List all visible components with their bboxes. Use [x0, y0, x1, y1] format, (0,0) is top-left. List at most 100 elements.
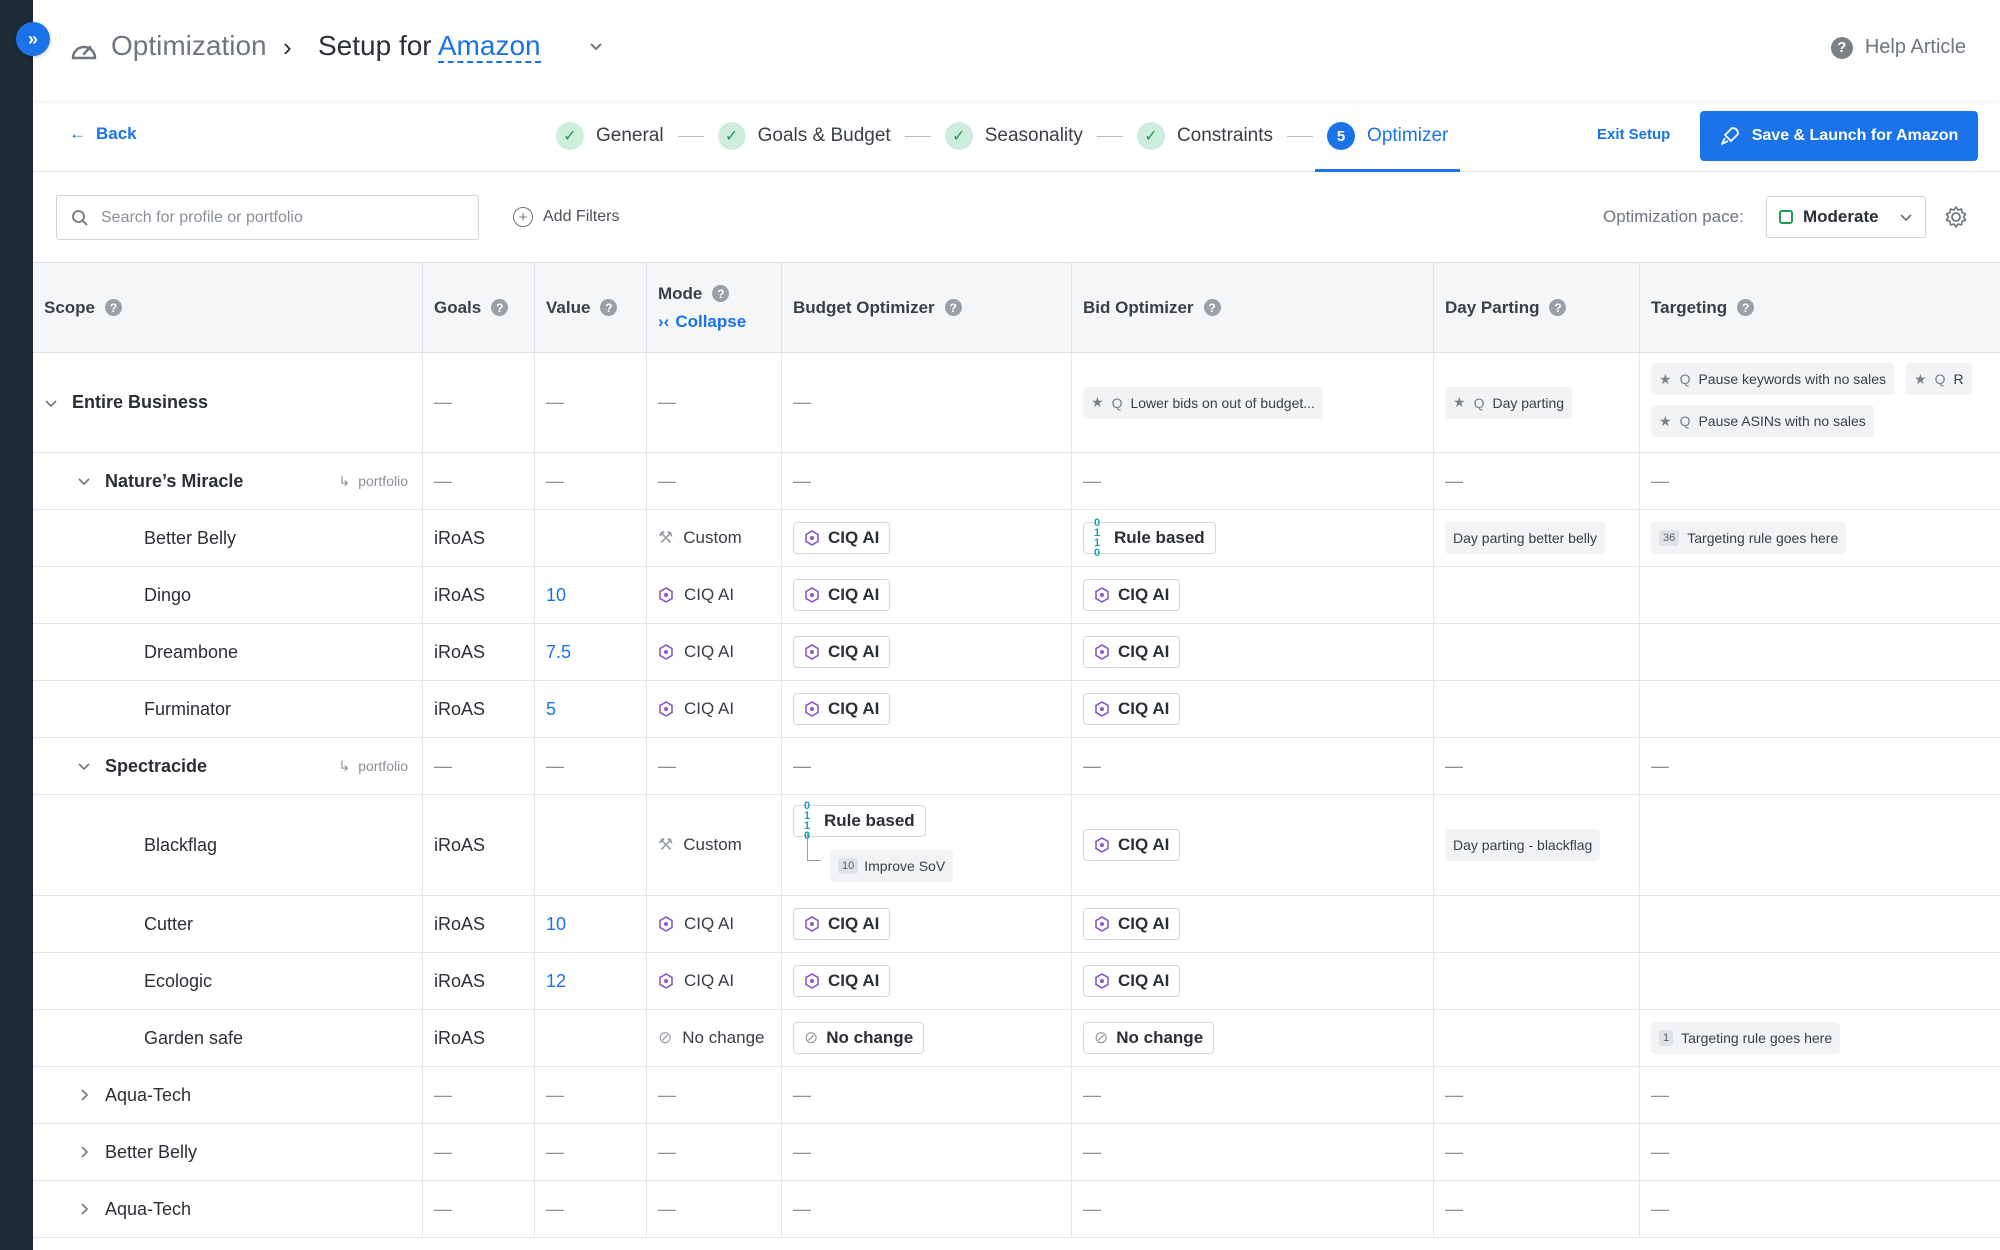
step-constraints[interactable]: ✓ Constraints	[1136, 100, 1273, 172]
goal-target-value[interactable]: 7.5	[546, 642, 571, 663]
rule-tag[interactable]: ★ Q Pause keywords with no sales	[1651, 363, 1894, 395]
optimizer-chip[interactable]: CIQ AI	[1083, 636, 1181, 668]
pace-dropdown[interactable]: Moderate	[1766, 196, 1926, 238]
rule-tag[interactable]: ★ Q Pause ASINs with no sales	[1651, 405, 1874, 437]
help-article-link[interactable]: ? Help Article	[1830, 36, 1966, 59]
optimizer-chip[interactable]: CIQ AI	[1083, 579, 1181, 611]
optimizer-chip[interactable]: CIQ AI	[793, 636, 891, 668]
help-icon[interactable]: ?	[1203, 299, 1221, 316]
help-icon[interactable]: ?	[712, 285, 730, 302]
table-row[interactable]: Dingo iRoAS 10 CIQ AI CIQ AI CIQ AI	[33, 567, 2000, 624]
scope-cell: Spectracide ↳ portfolio	[33, 738, 423, 794]
help-icon[interactable]: ?	[600, 299, 618, 316]
value-cell[interactable]: 10	[535, 567, 647, 623]
table-row[interactable]: Ecologic iRoAS 12 CIQ AI CIQ AI CIQ AI	[33, 953, 2000, 1010]
mode-cell[interactable]: ⚒ Custom	[647, 510, 782, 566]
retailer-selector[interactable]: Amazon	[437, 30, 541, 63]
table-row[interactable]: Furminator iRoAS 5 CIQ AI CIQ AI CIQ AI	[33, 681, 2000, 738]
table-row[interactable]: Aqua-Tech — — — — — — —	[33, 1181, 2000, 1238]
rule-tag[interactable]: ★ Q R	[1906, 363, 1972, 395]
optimizer-chip[interactable]: CIQ AI	[1083, 965, 1181, 997]
step-goals-budget[interactable]: ✓ Goals & Budget	[717, 100, 891, 172]
chevron-right-icon[interactable]	[77, 1088, 91, 1102]
column-goals: Goals?	[423, 263, 535, 352]
value-cell[interactable]: 7.5	[535, 624, 647, 680]
value-cell[interactable]	[535, 510, 647, 566]
optimizer-chip[interactable]: CIQ AI	[793, 965, 891, 997]
add-filters-button[interactable]: + Add Filters	[513, 207, 619, 227]
optimizer-chip[interactable]: CIQ AI	[1083, 908, 1181, 940]
rule-tag[interactable]: ★ Q Lower bids on out of budget...	[1083, 386, 1323, 419]
table-row[interactable]: Aqua-Tech — — — — — — —	[33, 1067, 2000, 1124]
mode-cell[interactable]: CIQ AI	[647, 896, 782, 952]
mode-cell[interactable]: ⊘ No change	[647, 1010, 782, 1066]
optimizer-chip[interactable]: CIQ AI	[1083, 693, 1181, 725]
table-row[interactable]: Garden safe iRoAS ⊘ No change ⊘ No change …	[33, 1010, 2000, 1067]
mode-cell[interactable]: ⚒ Custom	[647, 795, 782, 895]
help-icon[interactable]: ?	[1549, 299, 1567, 316]
chevron-down-icon[interactable]	[44, 396, 58, 410]
goal-target-value[interactable]: 12	[546, 971, 566, 992]
help-icon[interactable]: ?	[1737, 299, 1755, 316]
table-row[interactable]: Blackflag iRoAS ⚒ Custom 0 11 0 Rule based…	[33, 795, 2000, 896]
rule-tag[interactable]: Day parting - blackflag	[1445, 829, 1601, 861]
rule-tag[interactable]: Day parting better belly	[1445, 522, 1605, 554]
table-row[interactable]: Spectracide ↳ portfolio — — — — — — —	[33, 738, 2000, 795]
value-cell[interactable]: 12	[535, 953, 647, 1009]
sub-rule-tag[interactable]: 10 Improve SoV	[830, 850, 954, 882]
table-row[interactable]: Nature’s Miracle ↳ portfolio — — — — — — …	[33, 453, 2000, 510]
tree-connector	[807, 833, 821, 861]
chevron-down-icon[interactable]	[588, 38, 604, 54]
optimizer-chip[interactable]: ⊘ No change	[1083, 1022, 1215, 1054]
table-row[interactable]: Better Belly iRoAS ⚒ Custom CIQ AI 0 11 0…	[33, 510, 2000, 567]
optimizer-chip[interactable]: CIQ AI	[793, 522, 891, 554]
bid-cell: —	[1072, 1067, 1434, 1123]
table-row[interactable]: Dreambone iRoAS 7.5 CIQ AI CIQ AI CIQ AI	[33, 624, 2000, 681]
day-parting-cell: —	[1434, 453, 1640, 509]
search-input[interactable]	[101, 208, 461, 227]
collapse-button[interactable]: ›‹ Collapse	[658, 312, 746, 332]
table-row[interactable]: Better Belly — — — — — — —	[33, 1124, 2000, 1181]
chevron-right-icon[interactable]	[77, 1202, 91, 1216]
back-button[interactable]: ← Back	[69, 124, 137, 144]
mode-cell[interactable]: CIQ AI	[647, 681, 782, 737]
goal-target-value[interactable]: 10	[546, 585, 566, 606]
step-general[interactable]: ✓ General	[556, 100, 664, 172]
optimizer-chip[interactable]: CIQ AI	[793, 579, 891, 611]
gear-icon[interactable]	[1943, 204, 1969, 230]
goal-target-value[interactable]: 5	[546, 699, 556, 720]
chevron-right-icon[interactable]	[77, 1145, 91, 1159]
table-row[interactable]: Cutter iRoAS 10 CIQ AI CIQ AI CIQ AI	[33, 896, 2000, 953]
step-seasonality[interactable]: ✓ Seasonality	[944, 100, 1083, 172]
chevron-down-icon[interactable]	[77, 759, 91, 773]
save-launch-button[interactable]: Save & Launch for Amazon	[1700, 111, 1978, 161]
search-box[interactable]	[56, 195, 479, 240]
optimizer-chip[interactable]: CIQ AI	[793, 908, 891, 940]
rule-tag[interactable]: 1 Targeting rule goes here	[1651, 1022, 1841, 1054]
exit-setup-button[interactable]: Exit Setup	[1597, 126, 1670, 143]
value-cell[interactable]	[535, 1010, 647, 1066]
mode-cell[interactable]: CIQ AI	[647, 953, 782, 1009]
table-row[interactable]: Entire Business — — — — ★ Q Lower bids on …	[33, 353, 2000, 453]
empty-value: —	[1445, 1084, 1463, 1105]
help-icon[interactable]: ?	[105, 299, 123, 316]
value-cell[interactable]: 5	[535, 681, 647, 737]
optimizer-chip[interactable]: CIQ AI	[793, 693, 891, 725]
rule-tag[interactable]: ★ Q Day parting	[1445, 386, 1573, 419]
help-icon[interactable]: ?	[491, 299, 509, 316]
step-optimizer[interactable]: 5 Optimizer	[1315, 100, 1461, 172]
value-cell[interactable]	[535, 795, 647, 895]
value-cell[interactable]: 10	[535, 896, 647, 952]
mode-cell[interactable]: CIQ AI	[647, 624, 782, 680]
breadcrumb-optimization[interactable]: Optimization	[111, 30, 267, 62]
goal-target-value[interactable]: 10	[546, 914, 566, 935]
optimizer-chip[interactable]: 0 11 0 Rule based	[1083, 518, 1216, 559]
help-icon[interactable]: ?	[944, 299, 962, 316]
optimizer-chip[interactable]: ⊘ No change	[793, 1022, 925, 1054]
expand-sidebar-icon[interactable]: »	[16, 22, 50, 56]
mode-cell[interactable]: CIQ AI	[647, 567, 782, 623]
targeting-cell	[1640, 681, 2000, 737]
chevron-down-icon[interactable]	[77, 474, 91, 488]
rule-tag[interactable]: 36 Targeting rule goes here	[1651, 522, 1847, 554]
optimizer-chip[interactable]: CIQ AI	[1083, 829, 1181, 861]
